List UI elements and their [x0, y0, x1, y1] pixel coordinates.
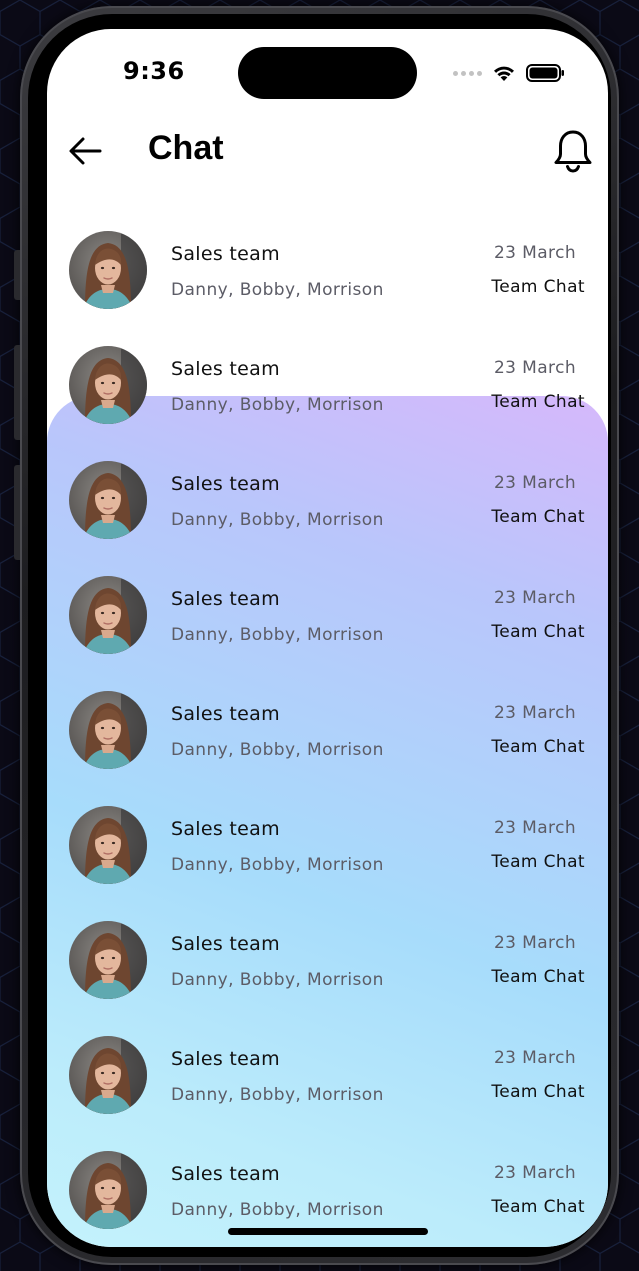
chat-type: Team Chat	[491, 392, 585, 412]
chat-title: Sales team	[171, 588, 280, 610]
chat-list-item[interactable]: Sales team Danny, Bobby, Morrison 23 Mar…	[47, 342, 608, 457]
chat-members: Danny, Bobby, Morrison	[171, 395, 384, 415]
page-title: Chat	[148, 129, 224, 167]
chat-type: Team Chat	[491, 967, 585, 987]
avatar	[69, 576, 147, 654]
chat-date: 23 March	[493, 358, 576, 378]
avatar	[69, 691, 147, 769]
chat-title: Sales team	[171, 243, 280, 265]
app-header: Chat	[47, 121, 608, 181]
side-button	[14, 250, 20, 300]
status-time: 9:36	[123, 57, 185, 85]
dynamic-island	[238, 47, 417, 99]
chat-members: Danny, Bobby, Morrison	[171, 625, 384, 645]
chat-title: Sales team	[171, 703, 280, 725]
back-button[interactable]	[67, 133, 103, 169]
wifi-icon	[494, 66, 514, 81]
chat-date: 23 March	[493, 588, 576, 608]
cellular-icon	[453, 70, 482, 76]
app-screen: 9:36 Chat Sales team Danny, Bobby, Morri…	[47, 29, 608, 1247]
chat-type: Team Chat	[491, 277, 585, 297]
notifications-button[interactable]	[550, 127, 596, 175]
chat-type: Team Chat	[491, 1197, 585, 1217]
side-button	[14, 345, 20, 440]
avatar	[69, 921, 147, 999]
chat-members: Danny, Bobby, Morrison	[171, 1085, 384, 1105]
arrow-left-icon	[69, 137, 102, 165]
chat-type: Team Chat	[491, 737, 585, 757]
chat-title: Sales team	[171, 358, 280, 380]
chat-list-item[interactable]: Sales team Danny, Bobby, Morrison 23 Mar…	[47, 572, 608, 687]
status-icons	[453, 63, 566, 83]
avatar	[69, 806, 147, 884]
chat-type: Team Chat	[491, 1082, 585, 1102]
chat-date: 23 March	[493, 243, 576, 263]
chat-type: Team Chat	[491, 852, 585, 872]
chat-list-item[interactable]: Sales team Danny, Bobby, Morrison 23 Mar…	[47, 687, 608, 802]
home-indicator	[228, 1228, 428, 1235]
chat-members: Danny, Bobby, Morrison	[171, 1200, 384, 1220]
chat-date: 23 March	[493, 1048, 576, 1068]
avatar	[69, 1036, 147, 1114]
chat-list-item[interactable]: Sales team Danny, Bobby, Morrison 23 Mar…	[47, 457, 608, 572]
chat-title: Sales team	[171, 473, 280, 495]
battery-icon	[526, 64, 564, 82]
chat-list: Sales team Danny, Bobby, Morrison 23 Mar…	[47, 227, 608, 1247]
chat-type: Team Chat	[491, 622, 585, 642]
chat-date: 23 March	[493, 703, 576, 723]
chat-list-item[interactable]: Sales team Danny, Bobby, Morrison 23 Mar…	[47, 917, 608, 1032]
chat-members: Danny, Bobby, Morrison	[171, 280, 384, 300]
chat-title: Sales team	[171, 1163, 280, 1185]
avatar	[69, 461, 147, 539]
side-button	[14, 465, 20, 560]
chat-date: 23 March	[493, 933, 576, 953]
chat-title: Sales team	[171, 818, 280, 840]
avatar	[69, 231, 147, 309]
chat-date: 23 March	[493, 473, 576, 493]
avatar	[69, 1151, 147, 1229]
chat-date: 23 March	[493, 818, 576, 838]
chat-list-item[interactable]: Sales team Danny, Bobby, Morrison 23 Mar…	[47, 802, 608, 917]
chat-type: Team Chat	[491, 507, 585, 527]
bell-icon	[554, 130, 592, 173]
chat-date: 23 March	[493, 1163, 576, 1183]
avatar	[69, 346, 147, 424]
chat-title: Sales team	[171, 1048, 280, 1070]
chat-members: Danny, Bobby, Morrison	[171, 510, 384, 530]
chat-members: Danny, Bobby, Morrison	[171, 970, 384, 990]
chat-members: Danny, Bobby, Morrison	[171, 740, 384, 760]
chat-title: Sales team	[171, 933, 280, 955]
chat-list-item[interactable]: Sales team Danny, Bobby, Morrison 23 Mar…	[47, 227, 608, 342]
chat-list-item[interactable]: Sales team Danny, Bobby, Morrison 23 Mar…	[47, 1032, 608, 1147]
chat-members: Danny, Bobby, Morrison	[171, 855, 384, 875]
